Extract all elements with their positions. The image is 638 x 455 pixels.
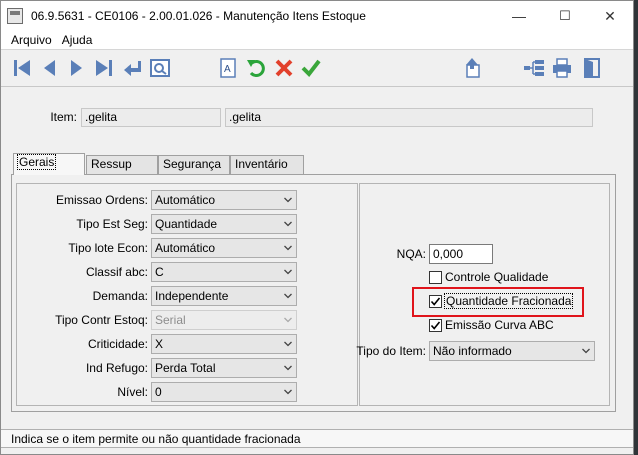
field-select: Serial bbox=[151, 310, 297, 330]
tree-icon[interactable] bbox=[521, 55, 547, 81]
next-record-icon[interactable] bbox=[63, 55, 89, 81]
field-label: Criticidade: bbox=[87, 337, 148, 351]
chevron-down-icon bbox=[284, 293, 292, 299]
controle-qualidade-checkbox[interactable]: Controle Qualidade bbox=[429, 269, 548, 285]
field-select-value: C bbox=[155, 265, 164, 279]
menu-bar: Arquivo Ajuda bbox=[1, 31, 633, 49]
field-select[interactable]: Automático bbox=[151, 238, 297, 258]
field-select-value: Quantidade bbox=[155, 217, 218, 231]
tipo-item-label: Tipo do Item: bbox=[356, 344, 426, 358]
chevron-down-icon bbox=[284, 245, 292, 251]
emissao-curva-abc-label: Emissão Curva ABC bbox=[445, 318, 554, 332]
import-icon[interactable] bbox=[459, 55, 485, 81]
tipo-item-select[interactable]: Não informado bbox=[429, 341, 595, 361]
item-code-field[interactable]: .gelita bbox=[81, 108, 221, 127]
previous-record-icon[interactable] bbox=[37, 55, 63, 81]
chevron-down-icon bbox=[284, 221, 292, 227]
field-label: Nível: bbox=[117, 385, 148, 399]
item-label: Item: bbox=[50, 110, 77, 124]
print-icon[interactable] bbox=[549, 55, 575, 81]
maximize-button[interactable]: ☐ bbox=[542, 1, 588, 31]
nqa-label: NQA: bbox=[396, 247, 426, 261]
chevron-down-icon bbox=[284, 317, 292, 323]
cancel-icon[interactable] bbox=[271, 55, 297, 81]
field-select[interactable]: Automático bbox=[151, 190, 297, 210]
svg-text:A: A bbox=[224, 64, 231, 75]
chevron-down-icon bbox=[284, 269, 292, 275]
field-select[interactable]: Perda Total bbox=[151, 358, 297, 378]
field-select-value: Automático bbox=[155, 241, 216, 255]
field-label: Demanda: bbox=[92, 289, 148, 303]
exit-icon[interactable] bbox=[579, 55, 605, 81]
field-label: Ind Refugo: bbox=[85, 361, 148, 375]
field-select[interactable]: X bbox=[151, 334, 297, 354]
emissao-curva-abc-box[interactable] bbox=[429, 318, 442, 332]
main-window: 06.9.5631 - CE0106 - 2.00.01.026 - Manut… bbox=[0, 0, 634, 455]
search-icon[interactable] bbox=[147, 55, 173, 81]
status-bar: Indica se o item permite ou não quantida… bbox=[1, 429, 633, 448]
emissao-curva-abc-checkbox[interactable]: Emissão Curva ABC bbox=[429, 317, 554, 333]
field-label: Tipo lote Econ: bbox=[68, 241, 148, 255]
field-select[interactable]: C bbox=[151, 262, 297, 282]
chevron-down-icon bbox=[284, 197, 292, 203]
minimize-button[interactable]: — bbox=[496, 1, 542, 31]
tab-seguranca[interactable]: Segurança bbox=[158, 155, 230, 174]
field-label: Emissao Ordens: bbox=[55, 193, 148, 207]
menu-arquivo[interactable]: Arquivo bbox=[1, 33, 59, 47]
tipo-item-value: Não informado bbox=[433, 344, 512, 358]
field-label: Tipo Est Seg: bbox=[76, 217, 148, 231]
check-icon bbox=[430, 320, 441, 330]
toolbar: A bbox=[1, 49, 633, 87]
tab-gerais-label: Gerais bbox=[16, 154, 57, 170]
last-record-icon[interactable] bbox=[91, 55, 117, 81]
background-edge bbox=[634, 0, 638, 455]
window-title: 06.9.5631 - CE0106 - 2.00.01.026 - Manut… bbox=[31, 9, 366, 23]
field-select-value: 0 bbox=[155, 385, 162, 399]
menu-ajuda[interactable]: Ajuda bbox=[59, 33, 100, 47]
field-select[interactable]: Quantidade bbox=[151, 214, 297, 234]
controle-qualidade-box[interactable] bbox=[429, 270, 442, 284]
chevron-down-icon bbox=[284, 389, 292, 395]
controle-qualidade-label: Controle Qualidade bbox=[445, 270, 549, 284]
field-select-value: X bbox=[155, 337, 164, 351]
goto-icon[interactable] bbox=[119, 55, 145, 81]
chevron-down-icon bbox=[284, 341, 292, 347]
field-select-value: Serial bbox=[155, 313, 186, 327]
nqa-input[interactable]: 0,000 bbox=[429, 244, 493, 264]
tab-inventario[interactable]: Inventário bbox=[230, 155, 304, 174]
field-select-value: Perda Total bbox=[155, 361, 216, 375]
field-select-value: Independente bbox=[155, 289, 229, 303]
undo-icon[interactable] bbox=[243, 55, 269, 81]
first-record-icon[interactable] bbox=[9, 55, 35, 81]
text-icon[interactable]: A bbox=[215, 55, 241, 81]
close-button[interactable]: ✕ bbox=[587, 1, 633, 31]
field-select[interactable]: Independente bbox=[151, 286, 297, 306]
highlight-box bbox=[412, 287, 584, 317]
confirm-icon[interactable] bbox=[298, 55, 324, 81]
tab-gerais[interactable]: Gerais bbox=[13, 153, 85, 175]
title-bar: 06.9.5631 - CE0106 - 2.00.01.026 - Manut… bbox=[1, 1, 633, 31]
field-select-value: Automático bbox=[155, 193, 216, 207]
field-label: Tipo Contr Estoq: bbox=[55, 313, 148, 327]
tab-ressup[interactable]: Ressup bbox=[86, 155, 158, 174]
chevron-down-icon bbox=[284, 365, 292, 371]
field-select[interactable]: 0 bbox=[151, 382, 297, 402]
field-label: Classif abc: bbox=[85, 265, 148, 279]
item-description-field[interactable]: .gelita bbox=[225, 108, 593, 127]
app-icon bbox=[7, 8, 23, 24]
chevron-down-icon bbox=[582, 348, 590, 354]
